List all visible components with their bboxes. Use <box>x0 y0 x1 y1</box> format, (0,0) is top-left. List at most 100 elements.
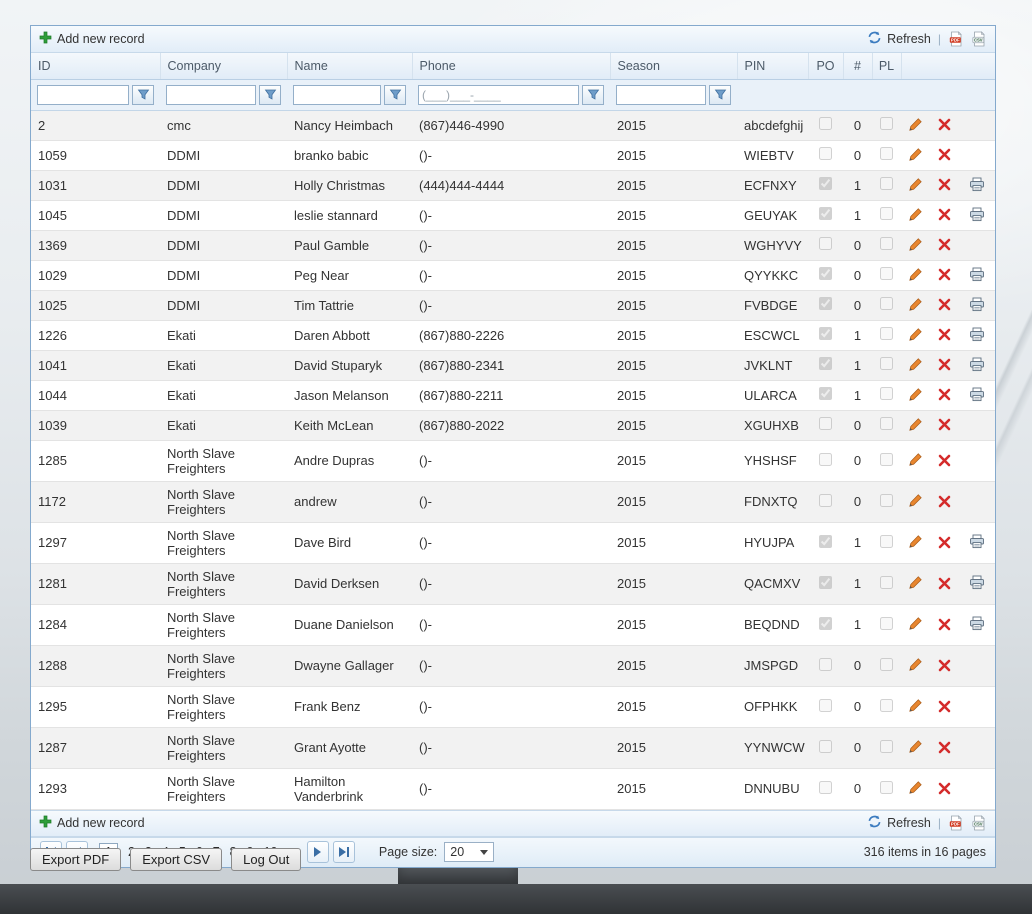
filter-row <box>31 79 996 111</box>
delete-button[interactable] <box>935 296 955 313</box>
delete-button[interactable] <box>935 176 955 193</box>
edit-button[interactable] <box>906 206 926 223</box>
export-pdf-icon[interactable]: PDF <box>948 31 964 47</box>
edit-button[interactable] <box>906 356 926 373</box>
edit-button[interactable] <box>906 416 926 433</box>
refresh-link[interactable]: Refresh <box>867 30 931 48</box>
delete-button[interactable] <box>935 206 955 223</box>
cell-season: 2015 <box>610 686 737 728</box>
edit-button[interactable] <box>906 176 926 193</box>
delete-button[interactable] <box>935 116 955 133</box>
delete-button[interactable] <box>935 575 955 592</box>
po-checkbox <box>819 616 832 630</box>
column-header-po[interactable]: PO <box>808 53 844 80</box>
name-filter-button[interactable] <box>384 84 406 105</box>
phone-filter-input[interactable] <box>418 84 579 105</box>
column-header-name[interactable]: Name <box>287 53 413 80</box>
delete-button[interactable] <box>935 493 955 510</box>
edit-button[interactable] <box>906 697 926 714</box>
cell-company: North Slave Freighters <box>160 604 287 646</box>
edit-button[interactable] <box>906 451 926 468</box>
delete-button[interactable] <box>935 739 955 756</box>
edit-button[interactable] <box>906 574 926 591</box>
print-button[interactable] <box>967 386 987 403</box>
export-csv-icon[interactable]: CSV <box>971 31 987 47</box>
edit-button[interactable] <box>906 116 926 133</box>
season-filter-input[interactable] <box>616 84 706 105</box>
delete-button[interactable] <box>935 452 955 469</box>
edit-button[interactable] <box>906 266 926 283</box>
delete-button[interactable] <box>935 534 955 551</box>
add-new-record-label: Add new record <box>57 32 145 46</box>
column-header-count[interactable]: # <box>843 53 873 80</box>
cell-count: 1 <box>843 200 872 231</box>
column-header-pl[interactable]: PL <box>872 53 902 80</box>
cell-id: 1045 <box>31 200 160 231</box>
cell-pin: JVKLNT <box>737 350 808 381</box>
refresh-link-bottom[interactable]: Refresh <box>867 814 931 832</box>
edit-button[interactable] <box>906 296 926 313</box>
print-button[interactable] <box>967 206 987 223</box>
edit-button[interactable] <box>906 146 926 163</box>
column-header-company[interactable]: Company <box>160 53 288 80</box>
print-button[interactable] <box>967 533 987 550</box>
company-filter-input[interactable] <box>166 84 256 105</box>
print-button[interactable] <box>967 356 987 373</box>
pager-last-button[interactable] <box>332 841 355 863</box>
column-header-season[interactable]: Season <box>610 53 738 80</box>
print-button[interactable] <box>967 326 987 343</box>
delete-button[interactable] <box>935 326 955 343</box>
print-button[interactable] <box>967 296 987 313</box>
delete-button[interactable] <box>935 698 955 715</box>
name-filter-input[interactable] <box>293 84 381 105</box>
export-csv-icon-bottom[interactable]: CSV <box>971 815 987 831</box>
season-filter-button[interactable] <box>709 84 731 105</box>
cell-count: 1 <box>843 170 872 201</box>
pager-next-button[interactable] <box>306 841 329 863</box>
delete-button[interactable] <box>935 616 955 633</box>
cell-company: North Slave Freighters <box>160 727 287 769</box>
delete-button[interactable] <box>935 416 955 433</box>
delete-button[interactable] <box>935 356 955 373</box>
edit-button[interactable] <box>906 533 926 550</box>
delete-button[interactable] <box>935 657 955 674</box>
po-checkbox <box>819 267 832 280</box>
cell-name: leslie stannard <box>287 200 412 231</box>
page-size-select[interactable]: 20 <box>444 842 495 862</box>
print-button[interactable] <box>967 266 987 283</box>
export-pdf-button[interactable]: Export PDF <box>30 848 122 871</box>
delete-button[interactable] <box>935 780 955 797</box>
delete-button[interactable] <box>935 386 955 403</box>
column-header-pin[interactable]: PIN <box>737 53 809 80</box>
delete-button[interactable] <box>935 146 955 163</box>
edit-button[interactable] <box>906 386 926 403</box>
print-button[interactable] <box>967 615 987 632</box>
delete-button[interactable] <box>935 236 955 253</box>
print-button[interactable] <box>967 574 987 591</box>
edit-button[interactable] <box>906 236 926 253</box>
column-header-id[interactable]: ID <box>31 53 161 80</box>
edit-button[interactable] <box>906 779 926 796</box>
id-filter-button[interactable] <box>132 84 154 105</box>
column-header-phone[interactable]: Phone <box>412 53 611 80</box>
id-filter-input[interactable] <box>37 84 129 105</box>
cell-name: Dwayne Gallager <box>287 645 412 687</box>
edit-button[interactable] <box>906 656 926 673</box>
cell-count: 0 <box>843 410 872 441</box>
log-out-button[interactable]: Log Out <box>231 848 302 871</box>
cell-id: 1285 <box>31 440 160 482</box>
add-new-record-link-bottom[interactable]: Add new record <box>39 815 145 831</box>
edit-button[interactable] <box>906 615 926 632</box>
export-pdf-icon-bottom[interactable]: PDF <box>948 815 964 831</box>
export-csv-button[interactable]: Export CSV <box>130 848 223 871</box>
phone-filter-button[interactable] <box>582 84 604 105</box>
edit-button[interactable] <box>906 326 926 343</box>
delete-button[interactable] <box>935 266 955 283</box>
print-button[interactable] <box>967 176 987 193</box>
edit-button[interactable] <box>906 738 926 755</box>
company-filter-button[interactable] <box>259 84 281 105</box>
cell-company: Ekati <box>160 380 287 411</box>
add-new-record-link[interactable]: Add new record <box>39 31 145 47</box>
table-row: 1284 North Slave Freighters Duane Daniel… <box>31 604 996 646</box>
edit-button[interactable] <box>906 492 926 509</box>
